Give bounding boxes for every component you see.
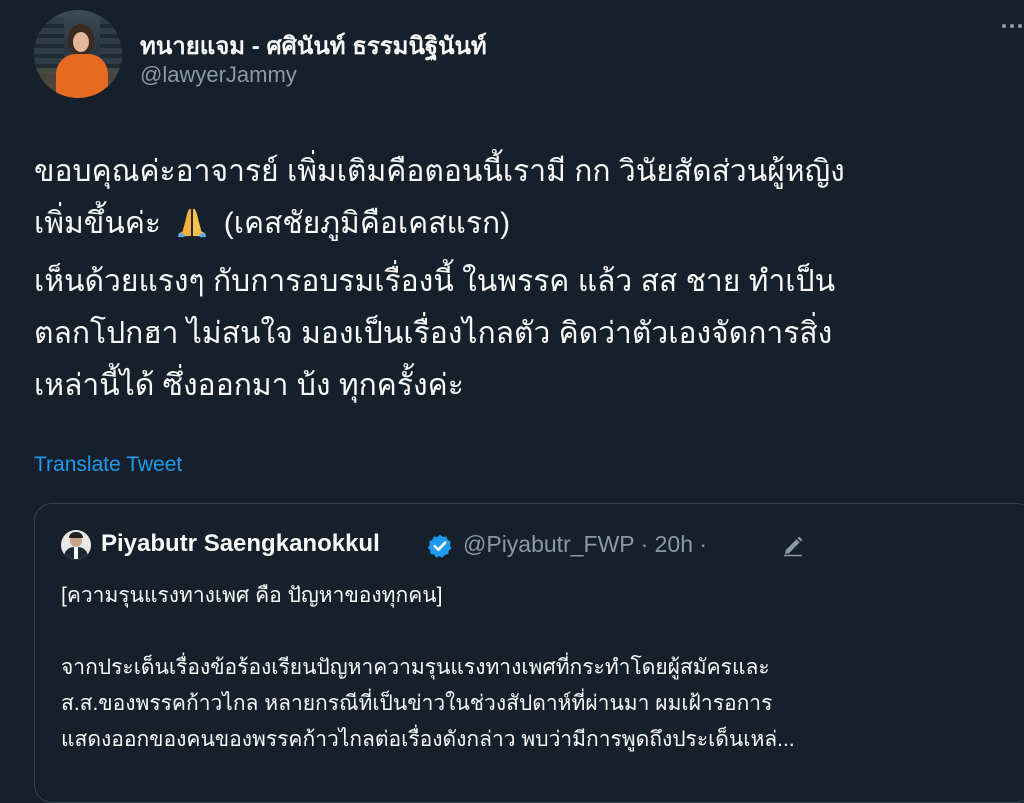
quoted-author-name[interactable]: Piyabutr Saengkanokkul [101,530,380,558]
translate-tweet-link[interactable]: Translate Tweet [34,453,182,477]
quoted-line: จากประเด็นเรื่องข้อร้องเรียนปัญหาความรุน… [61,656,770,679]
tweet-line: เพิ่มขึ้นค่ะ [34,207,162,240]
tweet-line: เหล่านี้ได้ ซึ่งออกมา บ้ง ทุกครั้งค่ะ [34,369,464,402]
tweet-body: ขอบคุณค่ะอาจารย์ เพิ่มเติมคือตอนนี้เรามี… [34,146,1009,418]
quoted-line: ส.ส.ของพรรคก้าวไกล หลายกรณีที่เป็นข่าวใน… [61,692,773,715]
tweet-line: ขอบคุณค่ะอาจารย์ เพิ่มเติมคือตอนนี้เรามี… [34,155,845,188]
edited-pencil-icon[interactable] [781,534,805,558]
quoted-author-avatar[interactable] [61,530,91,560]
quoted-tweet-body: [ความรุนแรงทางเพศ คือ ปัญหาของทุกคน] จาก… [61,578,1021,758]
tweet-line: เห็นด้วยแรงๆ กับการอบรมเรื่องนี้ ในพรรค … [34,265,836,298]
author-display-name[interactable]: ทนายแจม - ศศินันท์ ธรรมนิฐินันท์ [140,26,487,65]
tweet-header: ทนายแจม - ศศินันท์ ธรรมนิฐินันท์ @lawyer… [34,10,994,100]
author-avatar[interactable] [34,10,122,98]
tweet-line: ตลกโปกฮา ไม่สนใจ มองเป็นเรื่องไกลตัว คิด… [34,317,833,350]
quoted-line: [ความรุนแรงทางเพศ คือ ปัญหาของทุกคน] [61,584,443,607]
quoted-handle-and-time: @Piyabutr_FWP · 20h · [463,531,708,557]
folded-hands-emoji-icon [178,208,207,238]
tweet-paragraph-2: เห็นด้วยแรงๆ กับการอบรมเรื่องนี้ ในพรรค … [34,256,1009,412]
quoted-tweet[interactable]: Piyabutr Saengkanokkul @Piyabutr_FWP · 2… [34,503,1024,803]
more-options-icon[interactable] [1002,16,1022,36]
author-handle[interactable]: @lawyerJammy [140,62,297,88]
verified-badge-icon [427,534,452,558]
tweet-line: (เคสชัยภูมิคือเคสแรก) [223,207,511,240]
quoted-line: แสดงออกของคนของพรรคก้าวไกลต่อเรื่องดังกล… [61,728,795,751]
tweet-paragraph-1: ขอบคุณค่ะอาจารย์ เพิ่มเติมคือตอนนี้เรามี… [34,146,1009,250]
